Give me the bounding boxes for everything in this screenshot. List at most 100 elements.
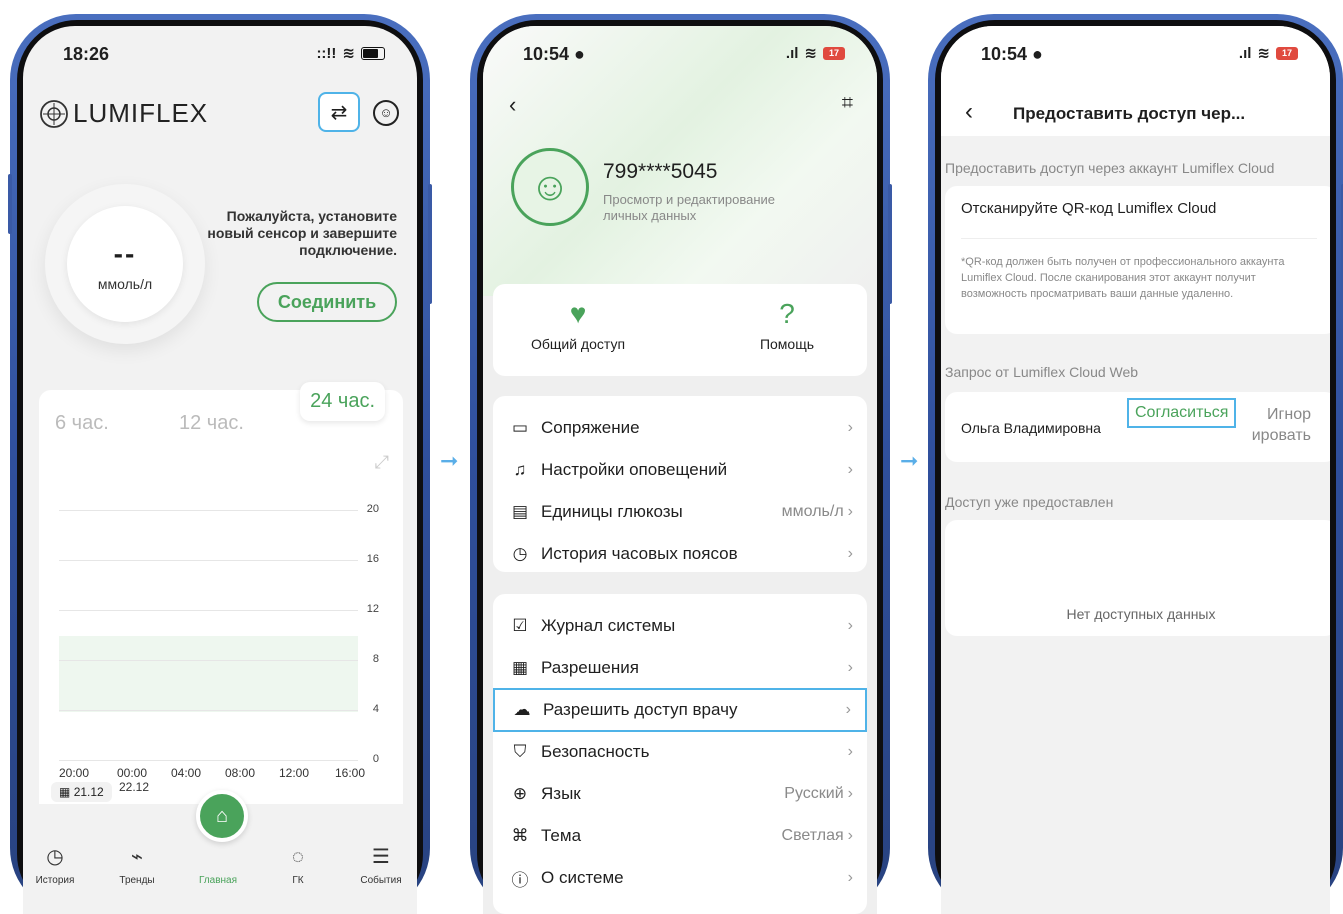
- drop-icon: ▤: [511, 502, 529, 521]
- tab-events[interactable]: ☰ События: [351, 844, 411, 886]
- logo-icon: [40, 99, 68, 128]
- date-start: 21.12: [73, 785, 104, 799]
- menu-item[interactable]: ⓘ О системе ›: [493, 858, 867, 898]
- scan-note: *QR-код должен быть получен от профессио…: [961, 256, 1285, 300]
- doctor-access-screen: 10:54 ● .ıl ≋ 17 ‹ Предоставить доступ чер…: [941, 26, 1330, 914]
- glucose-value: --: [113, 238, 137, 269]
- x-tick: 16:00: [335, 766, 366, 780]
- menu-label: Язык: [541, 784, 581, 803]
- menu-item[interactable]: ▤ Единицы глюкозы ммоль/л ›: [493, 492, 867, 532]
- tab-main[interactable]: Главная: [188, 846, 248, 886]
- glucose-chart-card: 6 час. 12 час. 24 час. ⤢ 20 16 12 8 4 0 …: [39, 382, 403, 816]
- scan-button[interactable]: ⌗: [842, 92, 853, 115]
- menu-label: О системе: [541, 868, 624, 887]
- connect-button[interactable]: Соединить: [257, 282, 397, 322]
- battery-icon: [361, 46, 385, 60]
- glucose-gauge: -- ммоль/л: [45, 184, 205, 344]
- menu-label: Единицы глюкозы: [541, 502, 683, 521]
- home-fab[interactable]: ⌂: [196, 790, 248, 842]
- battery-icon: 17: [823, 46, 845, 60]
- tab-label: Главная: [198, 875, 238, 886]
- tab-trends[interactable]: ⌁ Тренды: [107, 844, 167, 886]
- smile-icon: ☺: [529, 164, 571, 209]
- menu-label: Безопасность: [541, 742, 650, 761]
- glucose-unit: ммоль/л: [97, 276, 153, 292]
- menu-value: Русский: [784, 785, 844, 802]
- cloud-upload-icon: ☁: [513, 700, 531, 719]
- link-icon: ▭: [511, 418, 529, 437]
- section-request-title: Запрос от Lumiflex Cloud Web: [945, 364, 1139, 380]
- heart-share-icon: ♥: [569, 298, 587, 329]
- profile-sub[interactable]: Просмотр и редактирование личных данных: [603, 192, 823, 224]
- scan-icon: ⌗: [841, 92, 853, 114]
- quick-label: Помощь: [759, 336, 815, 352]
- chevron-right-icon: ›: [847, 461, 853, 478]
- date-chip[interactable]: ▦ 21.12: [51, 782, 112, 802]
- agree-button[interactable]: Согласиться: [1126, 398, 1237, 428]
- permissions-icon: ▦: [511, 658, 529, 677]
- info-icon: ⓘ: [511, 870, 529, 890]
- menu-value: Светлая: [781, 827, 844, 844]
- flow-arrow-1: ➞: [440, 448, 459, 473]
- share-account-button[interactable]: ⇄: [318, 92, 360, 132]
- help-button[interactable]: ? Помощь: [747, 298, 827, 352]
- range-tab-24h[interactable]: 24 час.: [300, 382, 385, 421]
- phone-profile: 10:54 ● .ıl ≋ 17 ‹ ⌗ ☺ 799****5045 Просмот…: [470, 14, 892, 914]
- menu-label: Сопряжение: [541, 418, 640, 437]
- back-button[interactable]: ‹: [509, 92, 516, 118]
- back-button[interactable]: ‹: [965, 98, 973, 126]
- profile-button[interactable]: ☺: [373, 100, 399, 126]
- theme-icon: ⌘: [511, 826, 529, 845]
- range-tab-12h[interactable]: 12 час.: [179, 412, 244, 435]
- status-icons: .ıl ≋ 17: [1239, 44, 1298, 62]
- scan-qr-row[interactable]: Отсканируйте QR-код Lumiflex Cloud: [961, 200, 1216, 217]
- sensor-message: Пожалуйста, установите новый сенсор и за…: [207, 208, 397, 258]
- chevron-right-icon: ›: [847, 827, 853, 844]
- y-tick: 0: [372, 753, 379, 765]
- tab-history[interactable]: ◷ История: [25, 844, 85, 886]
- x-tick: 20:00: [59, 766, 90, 780]
- menu-item[interactable]: ◷ История часовых поясов ›: [493, 534, 867, 574]
- chevron-right-icon: ›: [847, 419, 853, 436]
- menu-item[interactable]: ▭ Сопряжение ›: [493, 408, 867, 448]
- log-icon: ☑: [512, 616, 528, 635]
- phone-number: 799****5045: [603, 160, 718, 183]
- shield-icon: ⛉: [513, 742, 527, 761]
- menu-item[interactable]: ▦ Разрешения ›: [493, 648, 867, 688]
- status-bar: 10:54 ● .ıl ≋ 17: [941, 26, 1330, 74]
- target-range-band: [59, 636, 358, 712]
- menu-item[interactable]: ♫ Настройки оповещений ›: [493, 450, 867, 490]
- tab-gk[interactable]: ◌ ГК: [268, 846, 328, 886]
- menu-item-doctor-access[interactable]: ☁ Разрешить доступ врачу ›: [493, 688, 867, 732]
- account-switch-icon: ⇄: [330, 101, 348, 124]
- signal-icon: .ıl: [785, 44, 799, 62]
- status-time: 10:54 ●: [523, 44, 585, 64]
- section-qr-title: Предоставить доступ через аккаунт Lumifl…: [945, 160, 1275, 176]
- menu-label: Разрешения: [541, 658, 639, 677]
- calendar-icon: ▦: [59, 785, 71, 799]
- chevron-right-icon: ›: [847, 785, 853, 802]
- range-tab-6h[interactable]: 6 час.: [55, 412, 109, 435]
- menu-item[interactable]: ☑ Журнал системы ›: [493, 606, 867, 646]
- avatar: ☺: [511, 148, 589, 226]
- menu-label: История часовых поясов: [541, 544, 738, 563]
- globe-icon: ⊕: [512, 784, 528, 803]
- menu-item[interactable]: ⊕ Язык Русский ›: [493, 774, 867, 814]
- menu-item[interactable]: ⛉ Безопасность ›: [493, 732, 867, 772]
- tab-label: Тренды: [119, 875, 155, 886]
- qr-card: Отсканируйте QR-код Lumiflex Cloud *QR-к…: [945, 186, 1330, 334]
- tab-label: ГК: [292, 875, 304, 886]
- status-bar: 18:26 ::!! ≋: [23, 26, 417, 74]
- menu-item[interactable]: ⌘ Тема Светлая ›: [493, 816, 867, 856]
- ignore-button[interactable]: Игнор ировать: [1241, 404, 1311, 446]
- tab-label: История: [35, 875, 75, 886]
- shared-access-button[interactable]: ♥ Общий доступ: [523, 298, 633, 352]
- chevron-right-icon: ›: [845, 701, 851, 718]
- expand-icon[interactable]: ⤢: [375, 452, 389, 473]
- empty-state: Нет доступных данных: [1066, 606, 1216, 622]
- battery-icon: 17: [1276, 46, 1298, 60]
- quick-label: Общий доступ: [530, 336, 626, 352]
- y-tick: 16: [366, 553, 379, 565]
- menu-label: Журнал системы: [541, 616, 676, 635]
- ignore-line: Игнор: [1267, 406, 1311, 423]
